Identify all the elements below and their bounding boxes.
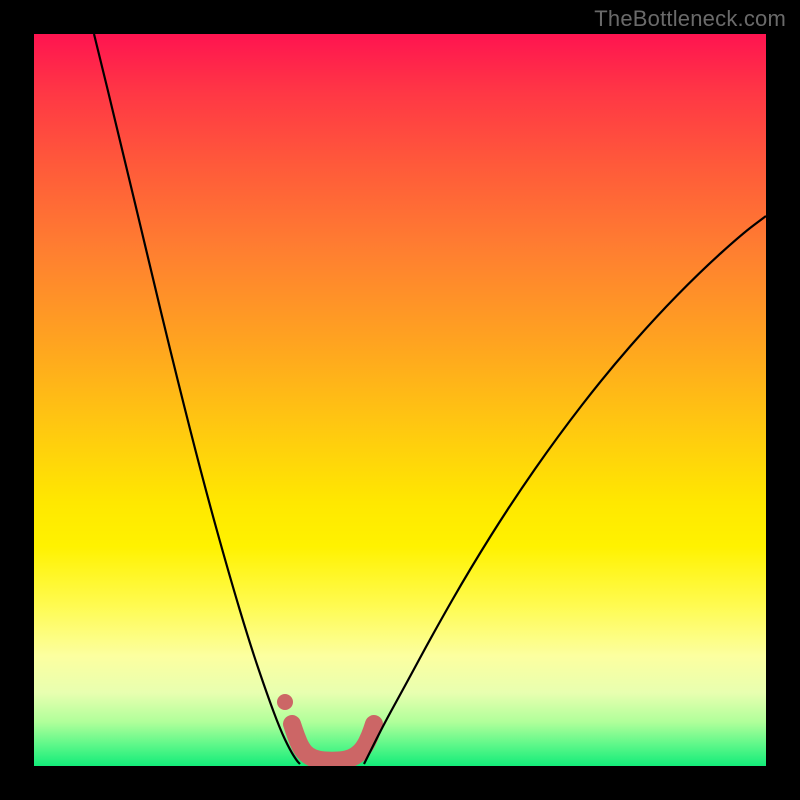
watermark-text: TheBottleneck.com <box>594 6 786 32</box>
marker-left-dot <box>277 694 293 710</box>
series-left-arm <box>94 34 300 764</box>
plot-area <box>34 34 766 766</box>
chart-svg <box>34 34 766 766</box>
series-right-arm <box>364 216 766 764</box>
series-group <box>94 34 766 764</box>
chart-frame: TheBottleneck.com <box>0 0 800 800</box>
marker-group <box>277 694 293 710</box>
series-trough-highlight <box>292 724 374 761</box>
